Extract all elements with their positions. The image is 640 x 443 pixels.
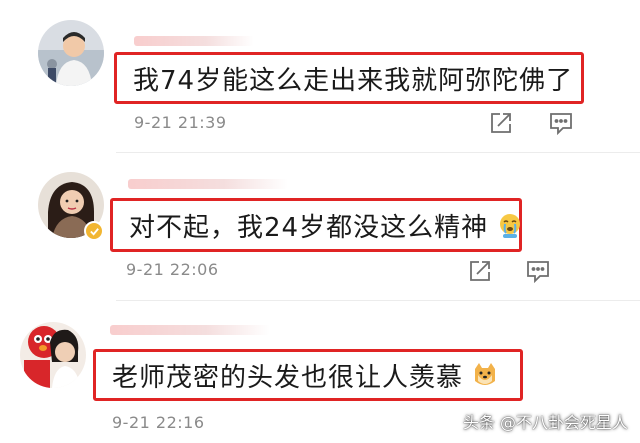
comment-time: 9-21 21:39 <box>134 113 227 132</box>
comment-icon[interactable] <box>548 110 574 136</box>
doge-emoji-icon <box>471 361 499 389</box>
comment-icon[interactable] <box>525 258 551 284</box>
comment-item: 老师茂密的头发也很让人羡慕 9-21 22:16 头条 @不八卦会死星人 <box>0 305 640 443</box>
comment-item: 我74岁能这么走出来我就阿弥陀佛了 9-21 21:39 <box>0 0 640 150</box>
verified-badge-icon <box>84 221 104 241</box>
comment-time: 9-21 22:06 <box>126 260 219 279</box>
comment-text-highlighted: 老师茂密的头发也很让人羡慕 <box>93 349 523 401</box>
comment-text-highlighted: 我74岁能这么走出来我就阿弥陀佛了 <box>114 52 584 104</box>
watermark: 头条 @不八卦会死星人 <box>462 413 628 432</box>
username-blurred[interactable] <box>110 325 270 335</box>
comment-item: 对不起，我24岁都没这么精神 9-21 22:06 <box>0 155 640 305</box>
avatar[interactable] <box>20 322 86 388</box>
comment-time: 9-21 22:16 <box>112 413 205 432</box>
comment-text: 对不起，我24岁都没这么精神 <box>129 212 489 243</box>
share-icon[interactable] <box>467 258 493 284</box>
divider <box>116 152 640 153</box>
comment-text: 老师茂密的头发也很让人羡慕 <box>112 362 464 393</box>
crying-emoji-icon <box>496 211 524 239</box>
avatar[interactable] <box>38 20 104 86</box>
share-icon[interactable] <box>488 110 514 136</box>
comment-text-highlighted: 对不起，我24岁都没这么精神 <box>110 198 522 252</box>
comment-text: 我74岁能这么走出来我就阿弥陀佛了 <box>133 65 574 96</box>
username-blurred[interactable] <box>128 179 288 189</box>
divider <box>116 300 640 301</box>
username-blurred[interactable] <box>134 36 254 46</box>
